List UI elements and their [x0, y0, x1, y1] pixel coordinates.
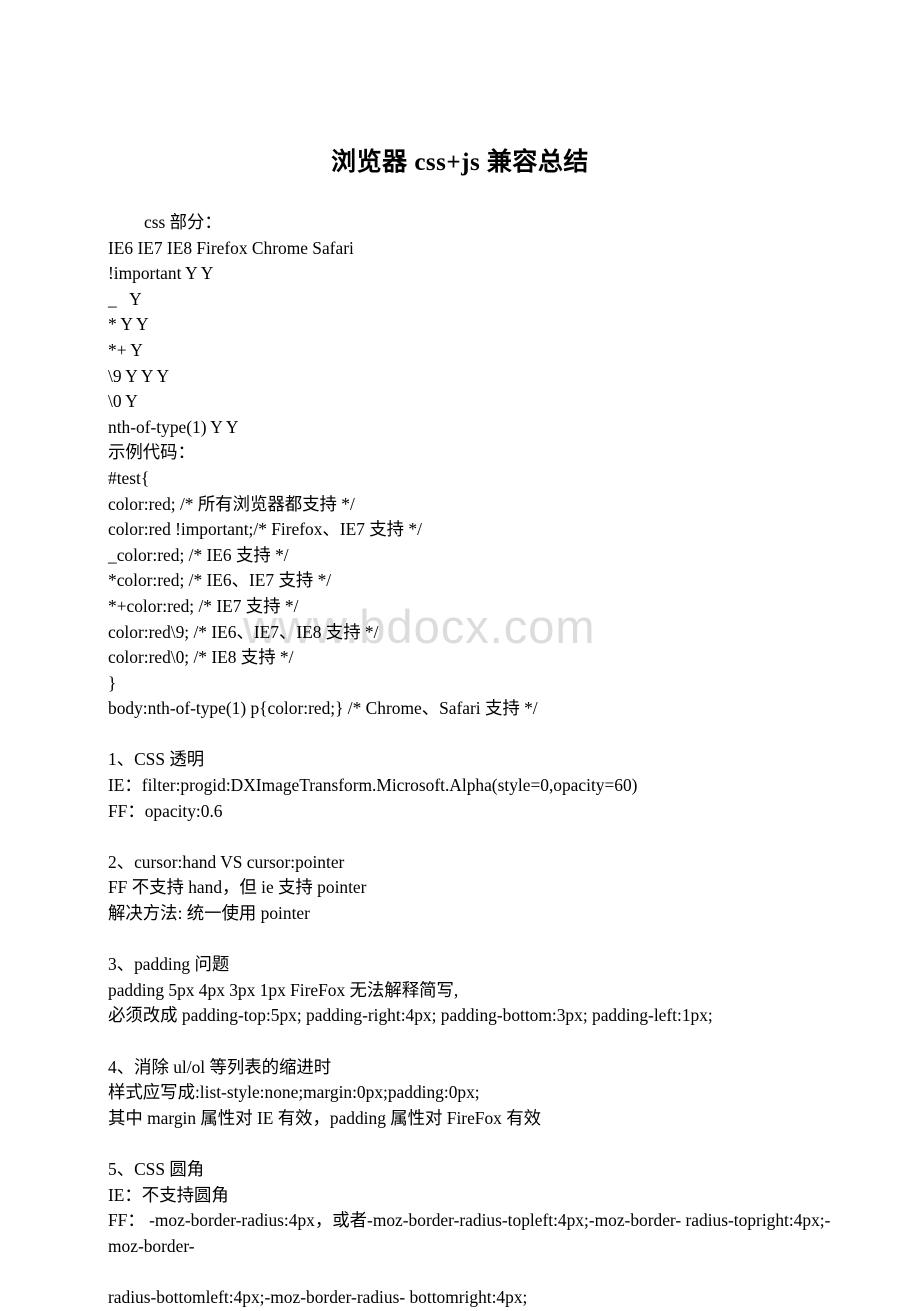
document-line: IE：filter:progid:DXImageTransform.Micros… — [108, 775, 638, 796]
document-line: 3、padding 问题 — [108, 954, 230, 975]
document-line: FF：opacity:0.6 — [108, 800, 223, 821]
document-line: 样式应写成:list-style:none;margin:0px;padding… — [108, 1082, 480, 1103]
document-line: 示例代码： — [108, 442, 195, 463]
document-line: FF： -moz-border-radius:4px，或者-moz-border… — [108, 1210, 831, 1256]
document-line: \0 Y — [108, 391, 138, 412]
document-line: color:red\9; /* IE6、IE7、IE8 支持 */ — [108, 621, 379, 642]
document-line: radius-bottomleft:4px;-moz-border-radius… — [108, 1286, 528, 1307]
document-line: 解决方法: 统一使用 pointer — [108, 903, 310, 924]
document-line: IE：不支持圆角 — [108, 1184, 229, 1205]
document-line: 1、CSS 透明 — [108, 749, 205, 770]
document-line: padding 5px 4px 3px 1px FireFox 无法解释简写, — [108, 979, 459, 1000]
document-line: color:red\0; /* IE8 支持 */ — [108, 647, 294, 668]
document-page: www.bdocx.com 浏览器 css+js 兼容总结 css 部分： IE6… — [0, 0, 920, 1307]
page-title: 浏览器 css+js 兼容总结 — [331, 149, 589, 176]
document-line: * Y Y — [108, 314, 149, 335]
document-line: \9 Y Y Y — [108, 365, 170, 386]
document-line: *+ Y — [108, 339, 143, 360]
document-line: _ Y — [108, 288, 142, 309]
document-line: css 部分： — [144, 212, 222, 232]
document-line: } — [108, 672, 117, 693]
document-line: 其中 margin 属性对 IE 有效，padding 属性对 FireFox … — [108, 1107, 541, 1128]
document-line: !important Y Y — [108, 263, 214, 284]
document-line: IE6 IE7 IE8 Firefox Chrome Safari — [108, 237, 354, 258]
document-line: 2、cursor:hand VS cursor:pointer — [108, 851, 345, 872]
document-line: 必须改成 padding-top:5px; padding-right:4px;… — [108, 1005, 713, 1026]
document-line: color:red; /* 所有浏览器都支持 */ — [108, 493, 355, 514]
document-line: #test{ — [108, 467, 150, 488]
document-line: 4、消除 ul/ol 等列表的缩进时 — [108, 1056, 332, 1077]
document-line: 5、CSS 圆角 — [108, 1158, 205, 1179]
document-body: css 部分： IE6 IE7 IE8 Firefox Chrome Safari… — [0, 178, 920, 1311]
document-line: *color:red; /* IE6、IE7 支持 */ — [108, 570, 332, 591]
document-line: nth-of-type(1) Y Y — [108, 416, 239, 437]
document-line: *+color:red; /* IE7 支持 */ — [108, 595, 299, 616]
document-line: FF 不支持 hand，但 ie 支持 pointer — [108, 877, 367, 898]
document-line: _color:red; /* IE6 支持 */ — [108, 544, 289, 565]
document-line: body:nth-of-type(1) p{color:red;} /* Chr… — [108, 698, 538, 719]
document-content: 浏览器 css+js 兼容总结 css 部分： IE6 IE7 IE8 Firef… — [0, 0, 920, 1311]
document-line: color:red !important;/* Firefox、IE7 支持 *… — [108, 519, 422, 540]
